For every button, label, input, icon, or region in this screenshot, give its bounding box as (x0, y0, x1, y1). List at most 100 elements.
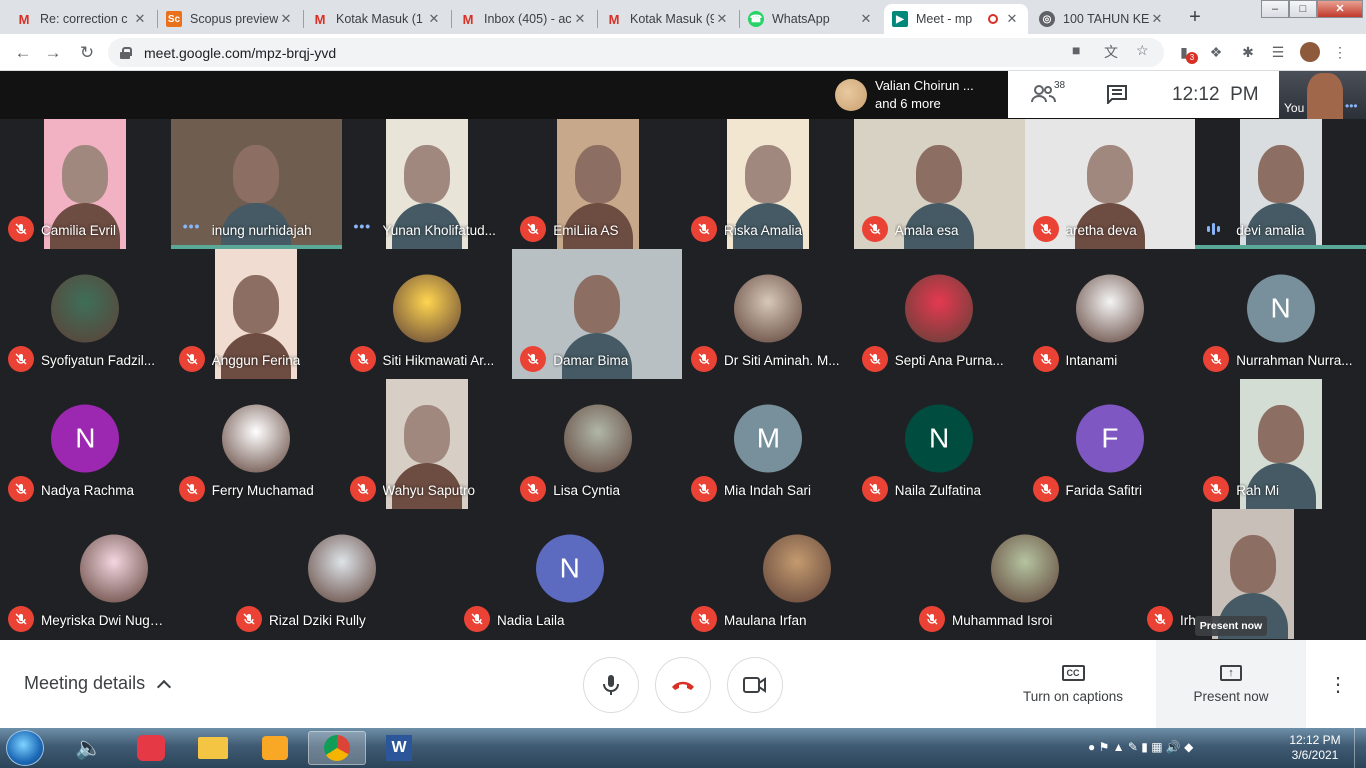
participant-tile[interactable]: Septi Ana Purna... (854, 249, 1025, 379)
participant-tile[interactable]: ••• Yunan Kholifatud... (342, 119, 513, 249)
chat-button[interactable] (1106, 84, 1128, 109)
close-tab-icon[interactable]: ✕ (278, 11, 294, 27)
minimize-button[interactable]: – (1261, 0, 1289, 18)
self-view-tile[interactable]: You ••• (1279, 71, 1366, 119)
chrome-taskbar-icon[interactable] (308, 731, 366, 765)
participant-tile[interactable]: devi amalia (1195, 119, 1366, 249)
participant-initial: N (1270, 292, 1291, 324)
bookmark-star-icon[interactable]: ☆ (1136, 42, 1149, 59)
participant-tile[interactable]: N Nadia Laila (456, 509, 684, 639)
participant-initial: M (756, 422, 781, 454)
file-explorer-icon[interactable] (184, 731, 242, 765)
participant-tile[interactable]: Syofiyatun Fadzil... (0, 249, 171, 379)
more-options-dots-icon[interactable]: ••• (354, 218, 372, 234)
participant-tile[interactable]: N Naila Zulfatina (854, 379, 1025, 509)
participant-tile[interactable]: N Nadya Rachma (0, 379, 171, 509)
join-notification[interactable]: Valian Choirun ... and 6 more (827, 71, 1008, 118)
meeting-details-button[interactable]: Meeting details (24, 673, 172, 694)
start-button[interactable] (6, 730, 44, 766)
close-tab-icon[interactable]: ✕ (132, 11, 148, 27)
participant-tile[interactable]: Rah Mi (1195, 379, 1366, 509)
close-tab-icon[interactable]: ✕ (426, 11, 442, 27)
back-arrow-icon[interactable]: ← (12, 42, 34, 64)
extension-icon[interactable]: ❖ (1206, 42, 1226, 62)
muted-mic-icon (8, 476, 34, 502)
muted-mic-icon (1147, 606, 1173, 632)
participant-tile[interactable]: Meyriska Dwi Nugraheni (0, 509, 228, 639)
close-tab-icon[interactable]: ✕ (572, 11, 588, 27)
participant-tile[interactable]: aretha deva (1024, 119, 1196, 249)
browser-tab[interactable]: ▶ Meet - mp ✕ (884, 4, 1028, 34)
camera-icon[interactable]: ■ (1072, 42, 1080, 58)
person-silhouette (1229, 535, 1276, 593)
new-tab-button[interactable]: + (1183, 6, 1207, 30)
participant-name: Irh (1180, 613, 1196, 628)
taskbar-clock[interactable]: 12:12 PM 3/6/2021 (1283, 733, 1347, 763)
browser-tab[interactable]: M Inbox (405) - ac ✕ (452, 4, 596, 34)
participant-tile[interactable]: Wahyu Saputro (342, 379, 513, 509)
media-player-icon[interactable] (246, 731, 304, 765)
extension-badge-icon[interactable]: ▮ 3 (1174, 42, 1198, 64)
participant-name: Naila Zulfatina (894, 483, 982, 498)
browser-tab[interactable]: ◎ 100 TAHUN KE ✕ (1031, 4, 1173, 34)
close-tab-icon[interactable]: ✕ (858, 11, 874, 27)
close-window-button[interactable]: ✕ (1317, 0, 1363, 18)
media-control-icon[interactable]: ☰ (1268, 42, 1288, 62)
profile-avatar[interactable] (1300, 42, 1320, 62)
close-tab-icon[interactable]: ✕ (714, 11, 730, 27)
browser-tab[interactable]: Sc Scopus preview ✕ (158, 4, 302, 34)
participant-tile[interactable]: Maulana Irfan (683, 509, 911, 639)
participant-tile[interactable]: ••• inung nurhidajah (170, 119, 342, 249)
participant-tile[interactable]: Anggun Ferina (171, 249, 342, 379)
meet-icon: ▶ (892, 11, 908, 27)
more-options-icon[interactable]: ⋮ (1328, 672, 1348, 697)
word-taskbar-icon[interactable]: W (370, 731, 428, 765)
microphone-button[interactable] (583, 657, 639, 713)
puzzle-icon[interactable]: ✱ (1238, 42, 1258, 62)
participant-avatar-photo (762, 534, 831, 603)
forward-arrow-icon[interactable]: → (42, 42, 64, 64)
participant-tile[interactable]: F Farida Safitri (1025, 379, 1196, 509)
more-options-dots-icon[interactable]: ••• (183, 218, 201, 234)
close-tab-icon[interactable]: ✕ (1004, 11, 1020, 27)
participant-tile[interactable]: EmiLiia AS (512, 119, 683, 249)
self-more-dots[interactable]: ••• (1345, 99, 1358, 113)
muted-mic-icon (1032, 476, 1059, 502)
maximize-button[interactable]: □ (1289, 0, 1317, 18)
translate-icon[interactable]: 文 (1104, 42, 1118, 62)
participant-tile[interactable]: Muhammad Isroi (911, 509, 1139, 639)
participant-tile[interactable]: Ferry Muchamad (171, 379, 342, 509)
participant-tile[interactable]: Amala esa (853, 119, 1025, 249)
participant-name: Dr Siti Aminah. M... (724, 353, 840, 368)
participant-tile[interactable]: N Nurrahman Nurra... (1195, 249, 1366, 379)
show-desktop-button[interactable] (1354, 728, 1366, 768)
leave-call-button[interactable] (655, 657, 711, 713)
chrome-menu-icon[interactable]: ⋮ (1330, 42, 1350, 62)
speaker-app-icon[interactable]: 🔈 (60, 731, 118, 765)
participant-tile[interactable]: M Mia Indah Sari (683, 379, 854, 509)
browser-tab[interactable]: M Kotak Masuk (1 ✕ (304, 4, 450, 34)
muted-mic-icon (520, 216, 547, 242)
participant-tile[interactable]: Camilia Evril (0, 119, 171, 249)
reload-icon[interactable]: ↻ (76, 42, 98, 64)
participant-tile[interactable]: Dr Siti Aminah. M... (683, 249, 854, 379)
participant-tile[interactable]: Lisa Cyntia (512, 379, 683, 509)
present-now-button[interactable]: ↑ Present now (1156, 640, 1306, 728)
browser-tab[interactable]: ☎ WhatsApp ✕ (740, 4, 882, 34)
participant-tile[interactable]: Siti Hikmawati Ar... (342, 249, 513, 379)
browser-tab[interactable]: M Re: correction c ✕ (8, 4, 156, 34)
microphone-icon (603, 675, 619, 695)
captions-button[interactable]: CC Turn on captions (1010, 640, 1136, 728)
participant-tile[interactable]: Damar Bima (512, 249, 683, 379)
participant-tile[interactable]: Intanami (1025, 249, 1196, 379)
recorder-app-icon[interactable] (122, 731, 180, 765)
gmail-icon: M (608, 11, 620, 27)
participants-button[interactable]: 38 (1030, 80, 1070, 107)
camera-button[interactable] (727, 657, 783, 713)
close-tab-icon[interactable]: ✕ (1149, 11, 1165, 27)
browser-tab[interactable]: M Kotak Masuk (9 ✕ (598, 4, 738, 34)
participant-tile[interactable]: Rizal Dziki Rully (228, 509, 456, 639)
url-bar[interactable]: meet.google.com/mpz-brqj-yvd (108, 38, 1164, 67)
participant-tile[interactable]: Riska Amalia (683, 119, 854, 249)
participant-avatar-photo (307, 534, 376, 603)
